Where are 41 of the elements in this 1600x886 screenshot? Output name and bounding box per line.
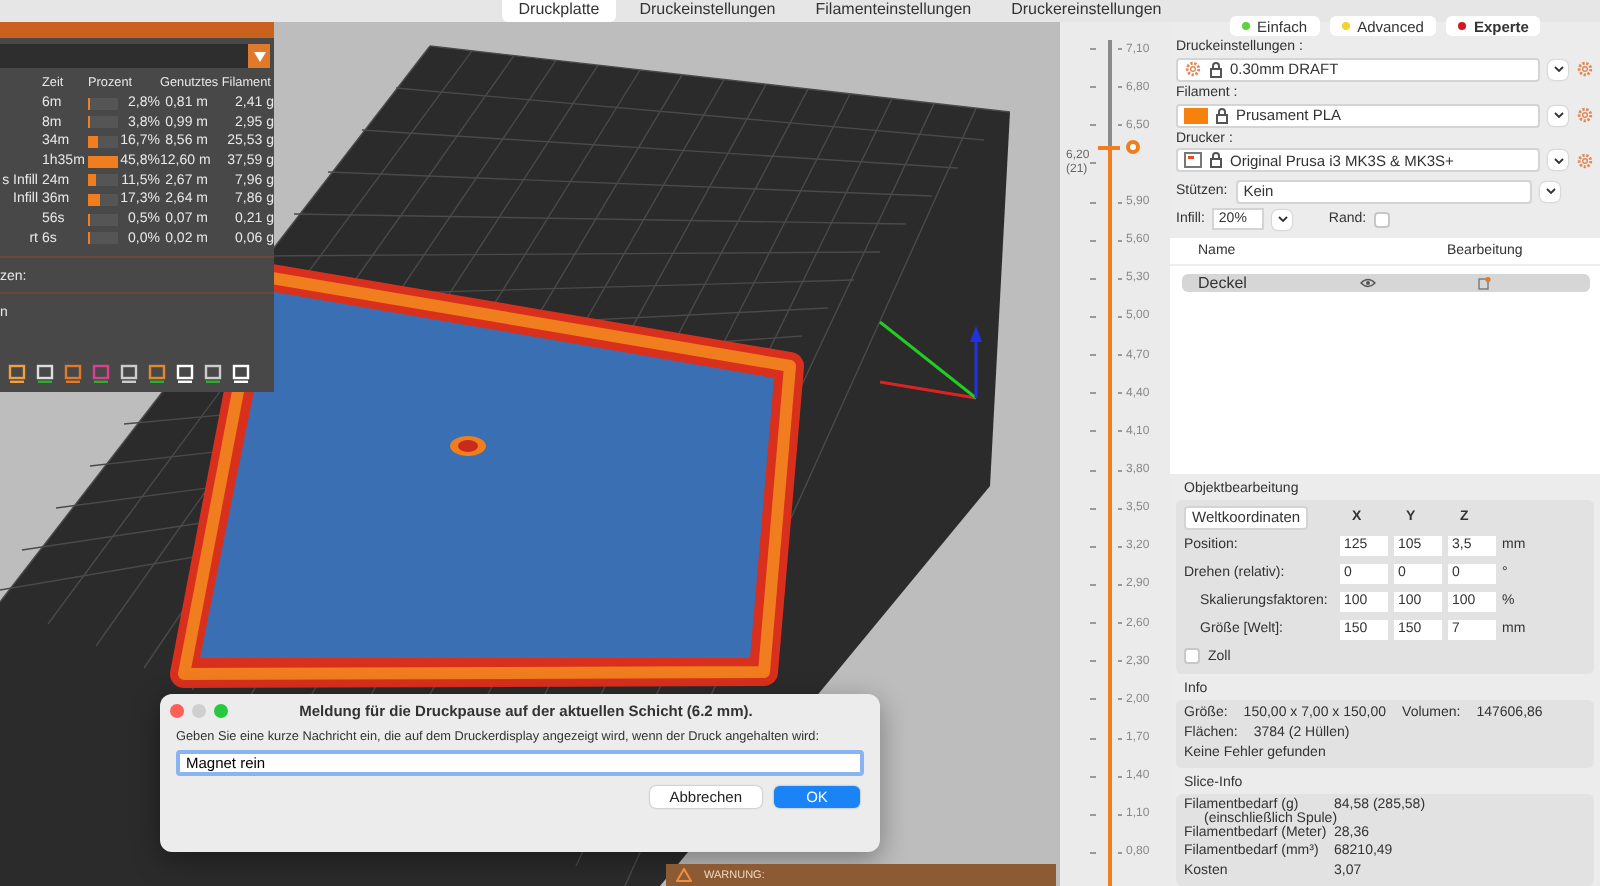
gear-icon[interactable] xyxy=(1576,60,1594,79)
toolbar-icon[interactable] xyxy=(232,364,250,384)
toolbar-icon[interactable] xyxy=(176,364,194,384)
dropdown-button[interactable] xyxy=(1540,181,1560,202)
toolbar-icon[interactable] xyxy=(8,364,26,384)
close-icon[interactable] xyxy=(170,703,184,717)
chevron-down-icon xyxy=(1545,188,1555,195)
lock-icon xyxy=(1210,61,1222,78)
tab[interactable]: Druckeinstellungen xyxy=(623,0,792,22)
dropdown-button[interactable] xyxy=(1272,209,1293,230)
warning-icon xyxy=(676,868,692,882)
gear-icon[interactable] xyxy=(1576,106,1594,124)
legend-select[interactable] xyxy=(0,44,270,68)
checkbox[interactable] xyxy=(1184,648,1200,664)
slider-handle[interactable] xyxy=(1126,139,1140,154)
gear-icon[interactable] xyxy=(1576,151,1594,170)
tab[interactable]: Filamenteinstellungen xyxy=(799,0,988,22)
edit-icon[interactable] xyxy=(1478,276,1492,291)
chevron-down-icon xyxy=(1553,112,1563,118)
lock-icon xyxy=(1210,152,1222,169)
chevron-down-icon xyxy=(1277,216,1288,223)
tab[interactable]: Druckplatte xyxy=(502,0,616,22)
chevron-down-icon xyxy=(1553,157,1563,164)
eye-icon[interactable] xyxy=(1360,278,1376,289)
triangle-down-icon xyxy=(253,51,265,61)
dropdown-button[interactable] xyxy=(1548,59,1568,80)
chevron-down-icon xyxy=(1553,66,1563,73)
tab[interactable]: Druckereinstellungen xyxy=(995,0,1178,22)
lock-icon xyxy=(1216,107,1228,123)
dropdown-button[interactable] xyxy=(1548,150,1568,171)
zoom-icon[interactable] xyxy=(214,703,228,717)
printer-icon xyxy=(1184,152,1202,169)
dropdown-button[interactable] xyxy=(248,44,270,68)
slider-thumb[interactable] xyxy=(1098,145,1120,150)
dropdown-button[interactable] xyxy=(1548,105,1568,125)
toolbar-icon[interactable] xyxy=(120,364,138,384)
toolbar-icon[interactable] xyxy=(36,364,54,384)
object-row[interactable]: Deckel xyxy=(1182,274,1590,293)
gear-icon[interactable] xyxy=(1184,60,1202,79)
checkbox[interactable] xyxy=(1374,211,1391,228)
toolbar-icon[interactable] xyxy=(204,364,222,384)
